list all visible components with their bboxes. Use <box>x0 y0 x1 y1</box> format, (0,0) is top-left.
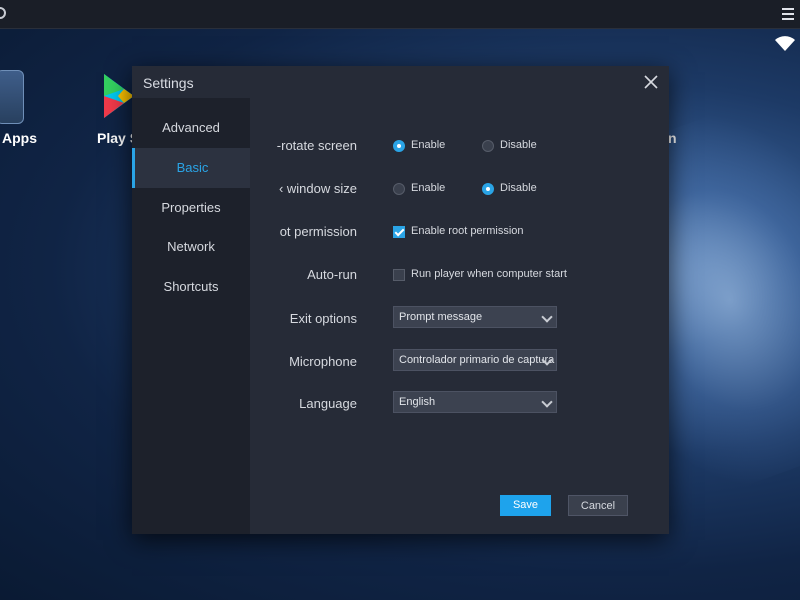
rotate-screen-label: -rotate screen <box>276 138 357 153</box>
exit-options-select[interactable]: Prompt message <box>393 306 557 328</box>
window-size-disable-radio[interactable] <box>482 183 494 195</box>
window-size-disable-label[interactable]: Disable <box>500 182 537 194</box>
rotate-disable-label[interactable]: Disable <box>500 139 537 151</box>
menu-icon[interactable] <box>782 8 794 20</box>
sidebar-item-properties[interactable]: Properties <box>132 188 250 228</box>
auto-run-label: Auto-run <box>307 267 357 282</box>
top-bar <box>0 0 800 29</box>
microphone-value: Controlador primario de captura d <box>399 354 557 366</box>
exit-options-label: Exit options <box>289 311 357 326</box>
rotate-enable-label[interactable]: Enable <box>411 139 445 151</box>
settings-sidebar: Advanced Basic Properties Network Shortc… <box>132 98 250 534</box>
sidebar-item-shortcuts[interactable]: Shortcuts <box>132 267 250 307</box>
chevron-down-icon <box>541 396 553 408</box>
settings-content: -rotate screen Enable Disable ‹ window s… <box>250 98 669 534</box>
rotate-enable-radio[interactable] <box>393 140 405 152</box>
apps-folder-icon[interactable] <box>0 70 24 124</box>
circle-icon[interactable] <box>0 7 6 19</box>
window-size-enable-radio[interactable] <box>393 183 405 195</box>
root-permission-checkbox[interactable] <box>393 226 405 238</box>
dialog-title: Settings <box>143 75 194 91</box>
language-select[interactable]: English <box>393 391 557 413</box>
language-label: Language <box>299 396 357 411</box>
save-button[interactable]: Save <box>500 495 551 516</box>
window-size-enable-label[interactable]: Enable <box>411 182 445 194</box>
sidebar-item-advanced[interactable]: Advanced <box>132 108 250 148</box>
root-permission-label: ot permission <box>279 224 357 239</box>
window-size-label: ‹ window size <box>278 181 357 196</box>
sidebar-item-basic[interactable]: Basic <box>132 148 250 188</box>
auto-run-checkbox[interactable] <box>393 269 405 281</box>
sidebar-item-network[interactable]: Network <box>132 227 250 267</box>
wifi-icon <box>775 36 795 51</box>
language-value: English <box>399 396 436 408</box>
exit-options-value: Prompt message <box>399 311 483 323</box>
play-store-icon[interactable] <box>104 74 134 118</box>
settings-dialog: Settings Advanced Basic Properties Netwo… <box>132 66 669 534</box>
root-permission-checkbox-label[interactable]: Enable root permission <box>411 225 524 237</box>
chevron-down-icon <box>541 311 553 323</box>
cancel-button[interactable]: Cancel <box>568 495 628 516</box>
close-icon[interactable] <box>643 74 659 90</box>
apps-label[interactable]: Apps <box>2 130 37 146</box>
desktop-app-label[interactable]: n <box>668 130 677 146</box>
rotate-disable-radio[interactable] <box>482 140 494 152</box>
microphone-select[interactable]: Controlador primario de captura d <box>393 349 557 371</box>
auto-run-checkbox-label[interactable]: Run player when computer start <box>411 268 567 280</box>
microphone-label: Microphone <box>289 354 357 369</box>
